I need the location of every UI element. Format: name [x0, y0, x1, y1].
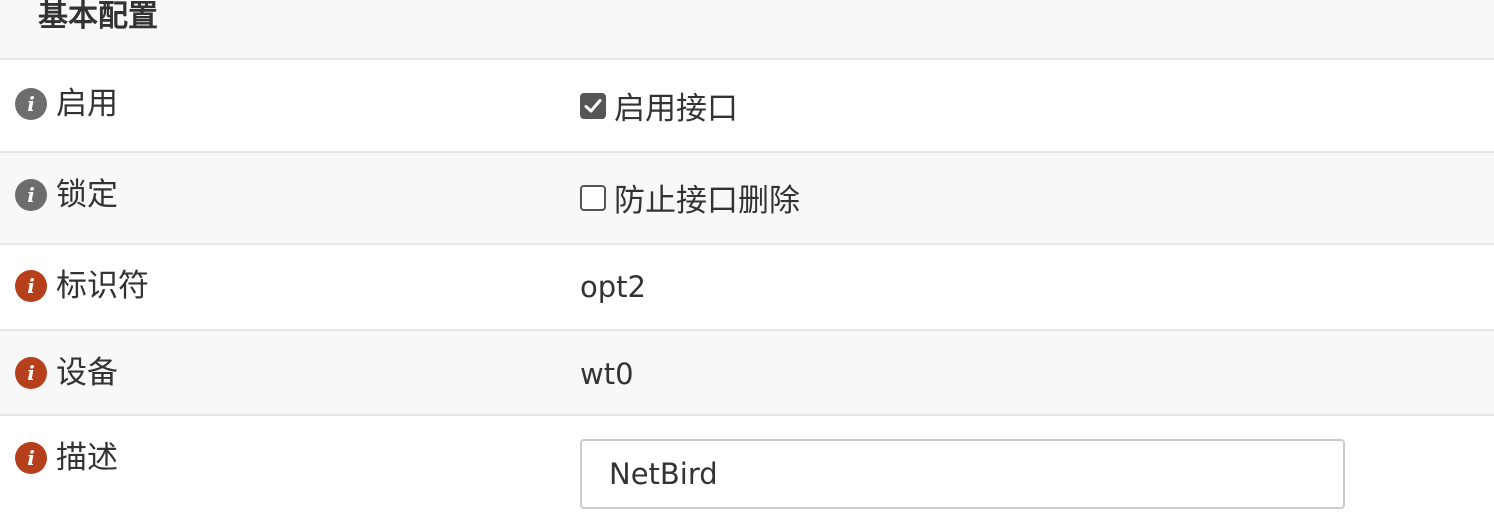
basic-config-panel: 基本配置 i 启用 启用接口 i 锁定 防止接口删除 i 标识符 opt2 i …	[0, 0, 1494, 522]
row-label-identifier: 标识符	[56, 268, 149, 304]
row-label-enable: 启用	[56, 86, 118, 122]
row-identifier: i 标识符 opt2	[0, 245, 1494, 331]
row-label-description: 描述	[56, 440, 118, 476]
identifier-value: opt2	[580, 270, 646, 304]
row-description: i 描述	[0, 416, 1494, 522]
enable-interface-checkbox[interactable]	[580, 93, 606, 119]
row-enable: i 启用 启用接口	[0, 60, 1494, 153]
info-icon[interactable]: i	[15, 179, 47, 211]
prevent-deletion-checkbox[interactable]	[580, 185, 606, 211]
section-header: 基本配置	[0, 0, 1494, 60]
row-device: i 设备 wt0	[0, 331, 1494, 416]
device-value: wt0	[580, 357, 634, 391]
prevent-deletion-label[interactable]: 防止接口删除	[614, 181, 800, 221]
row-label-device: 设备	[56, 355, 118, 391]
info-icon[interactable]: i	[15, 88, 47, 120]
enable-interface-label[interactable]: 启用接口	[614, 89, 738, 129]
row-label-lock: 锁定	[56, 177, 118, 213]
info-icon[interactable]: i	[15, 357, 47, 389]
info-icon[interactable]: i	[15, 442, 47, 474]
info-icon[interactable]: i	[15, 270, 47, 302]
description-input[interactable]	[580, 439, 1345, 509]
checkmark-icon	[584, 99, 602, 113]
section-title: 基本配置	[38, 0, 158, 34]
row-lock: i 锁定 防止接口删除	[0, 153, 1494, 245]
